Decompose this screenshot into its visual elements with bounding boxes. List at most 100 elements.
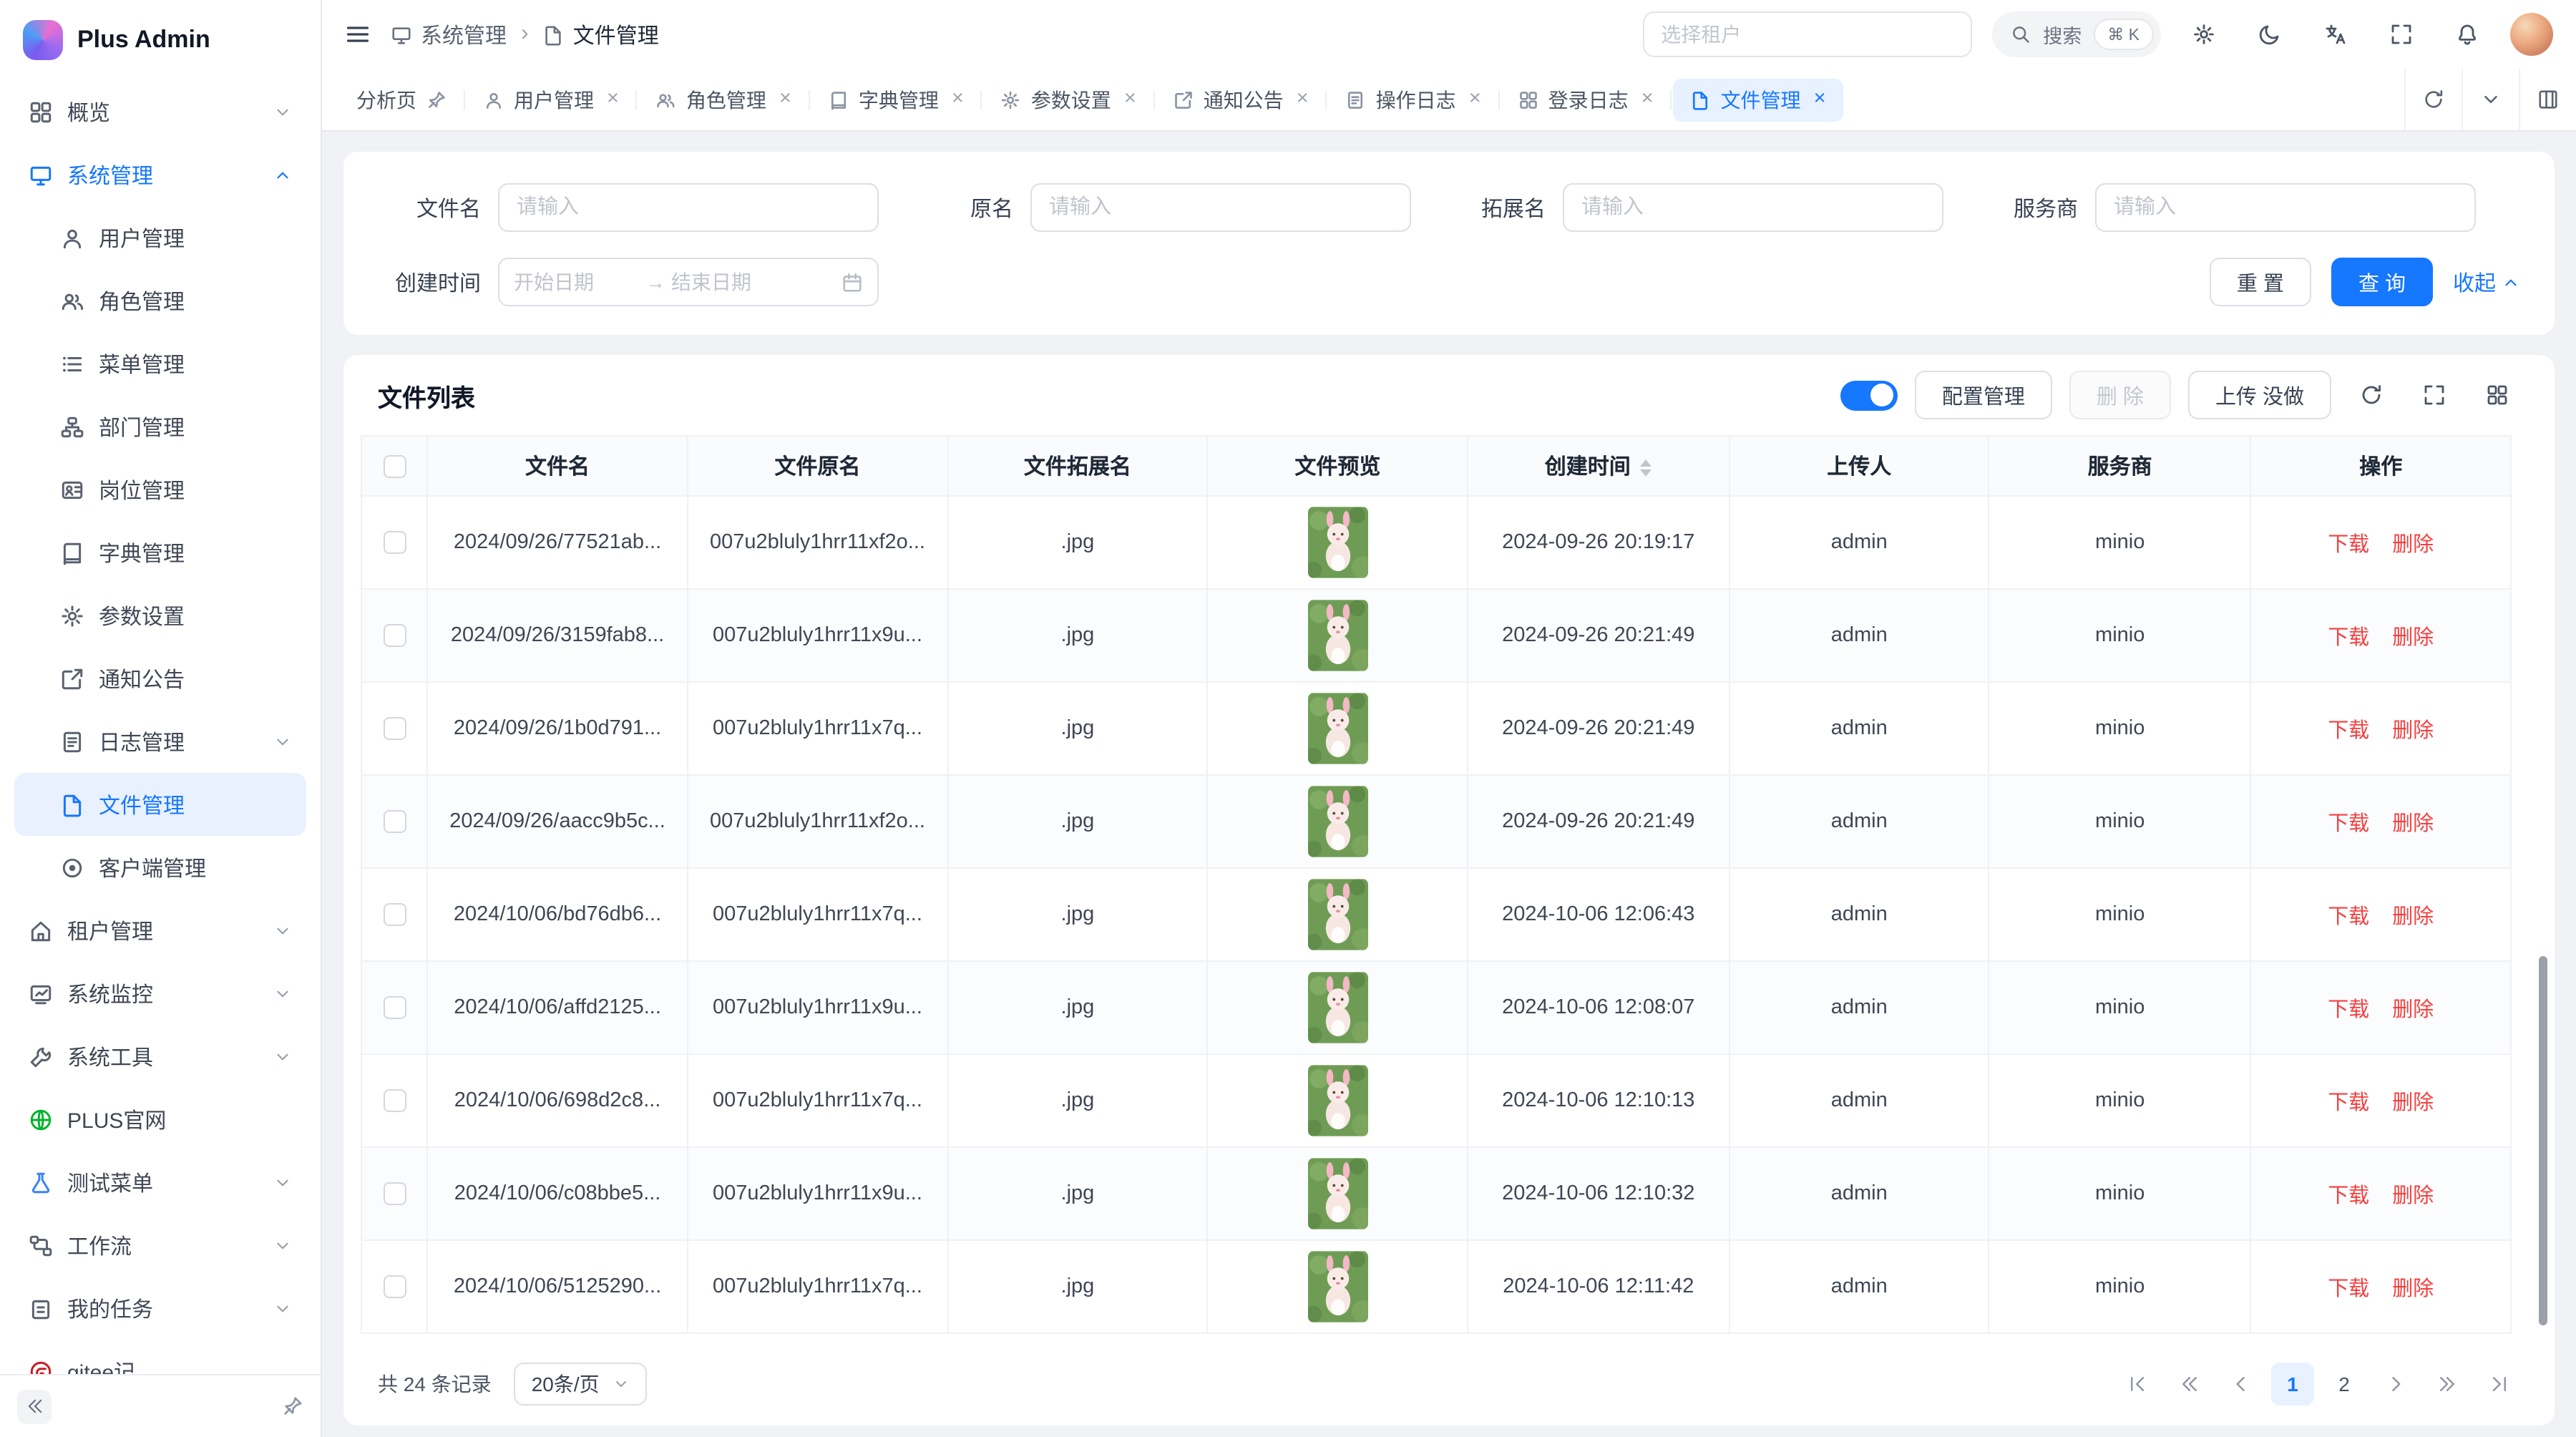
sidebar-item-system-monitor[interactable]: 系统监控 (14, 962, 306, 1025)
col-uploader[interactable]: 上传人 (1729, 436, 1989, 496)
col-created-time[interactable]: 创建时间 (1468, 436, 1729, 496)
search-toggle-switch[interactable] (1840, 380, 1898, 410)
search-button[interactable]: 查 询 (2331, 258, 2433, 306)
next-page-button[interactable] (2374, 1363, 2417, 1406)
sidebar-item-department-management[interactable]: 部门管理 (14, 395, 306, 458)
reset-button[interactable]: 重 置 (2210, 258, 2311, 306)
tenant-select-input[interactable] (1642, 11, 1971, 57)
extension-input[interactable] (1563, 183, 1943, 232)
refresh-table-button[interactable] (2348, 372, 2394, 418)
settings-button[interactable] (2181, 11, 2227, 57)
sidebar-item-dict-management[interactable]: 字典管理 (14, 521, 306, 584)
close-icon[interactable]: × (952, 89, 964, 110)
tab-user-management[interactable]: 用户管理 × (467, 78, 636, 121)
sidebar-collapse-button[interactable] (17, 1389, 52, 1423)
first-page-button[interactable] (2117, 1363, 2160, 1406)
sidebar-item-role-management[interactable]: 角色管理 (14, 269, 306, 332)
sidebar-item-test-menu[interactable]: 测试菜单 (14, 1151, 306, 1214)
row-checkbox[interactable] (383, 1089, 406, 1112)
row-checkbox[interactable] (383, 1182, 406, 1205)
col-provider[interactable]: 服务商 (1989, 436, 2250, 496)
file-name-input[interactable] (498, 183, 879, 232)
delete-link[interactable]: 删除 (2392, 998, 2434, 1021)
sidebar-item-tenant-management[interactable]: 租户管理 (14, 899, 306, 962)
col-preview[interactable]: 文件预览 (1208, 436, 1468, 496)
jump-back-button[interactable] (2168, 1363, 2211, 1406)
sidebar-item-param-settings[interactable]: 参数设置 (14, 584, 306, 647)
file-preview-image[interactable] (1307, 507, 1367, 578)
sort-icons[interactable] (1641, 459, 1652, 477)
translate-button[interactable] (2313, 11, 2358, 57)
delete-link[interactable]: 删除 (2392, 1277, 2434, 1300)
sidebar-item-plus-website[interactable]: PLUS官网 (14, 1088, 306, 1151)
sidebar-pin-button[interactable] (282, 1395, 303, 1418)
close-icon[interactable]: × (1469, 89, 1481, 110)
sidebar-item-log-management[interactable]: 日志管理 (14, 710, 306, 773)
file-preview-image[interactable] (1307, 693, 1367, 764)
col-original-name[interactable]: 文件原名 (688, 436, 947, 496)
sidebar-item-client-management[interactable]: 客户端管理 (14, 836, 306, 899)
download-link[interactable]: 下载 (2328, 719, 2369, 742)
sidebar-item-menu-management[interactable]: 菜单管理 (14, 332, 306, 395)
tab-menu-button[interactable] (2462, 69, 2519, 130)
file-preview-image[interactable] (1307, 879, 1367, 950)
sidebar-item-notice[interactable]: 通知公告 (14, 647, 306, 710)
download-link[interactable]: 下载 (2328, 1277, 2369, 1300)
delete-link[interactable]: 删除 (2392, 1184, 2434, 1207)
sidebar-item-system-tools[interactable]: 系统工具 (14, 1025, 306, 1088)
download-link[interactable]: 下载 (2328, 533, 2369, 556)
col-actions[interactable]: 操作 (2250, 436, 2511, 496)
sidebar-item-system-management[interactable]: 系统管理 (14, 143, 306, 206)
sidebar-item-gitee[interactable]: gitee记... (14, 1340, 306, 1374)
file-preview-image[interactable] (1307, 1251, 1367, 1322)
close-icon[interactable]: × (607, 89, 619, 110)
row-checkbox[interactable] (383, 531, 406, 554)
sidebar-item-my-tasks[interactable]: 我的任务 (14, 1277, 306, 1340)
row-checkbox[interactable] (383, 1275, 406, 1298)
upload-button[interactable]: 上传 没做 (2188, 371, 2331, 419)
col-extension[interactable]: 文件拓展名 (947, 436, 1207, 496)
date-range-picker[interactable]: → (498, 258, 879, 306)
pin-icon[interactable] (426, 89, 447, 109)
delete-link[interactable]: 删除 (2392, 719, 2434, 742)
layout-button[interactable] (2519, 69, 2576, 130)
fullscreen-button[interactable] (2379, 11, 2424, 57)
close-icon[interactable]: × (1297, 89, 1309, 110)
global-search-button[interactable]: 搜索 ⌘ K (1991, 11, 2161, 57)
tab-analysis[interactable]: 分析页 (339, 78, 464, 121)
sidebar-item-overview[interactable]: 概览 (14, 80, 306, 143)
download-link[interactable]: 下载 (2328, 998, 2369, 1021)
download-link[interactable]: 下载 (2328, 1091, 2369, 1114)
tab-login-log[interactable]: 登录日志 × (1501, 78, 1671, 121)
page-button-1[interactable]: 1 (2271, 1363, 2314, 1406)
last-page-button[interactable] (2477, 1363, 2520, 1406)
column-settings-button[interactable] (2474, 372, 2520, 418)
sidebar-toggle-button[interactable] (345, 21, 371, 47)
close-icon[interactable]: × (1641, 89, 1654, 110)
close-icon[interactable]: × (779, 89, 791, 110)
start-date-input[interactable] (514, 271, 640, 293)
tab-role-management[interactable]: 角色管理 × (639, 78, 809, 121)
download-link[interactable]: 下载 (2328, 626, 2369, 649)
dark-mode-button[interactable] (2247, 11, 2293, 57)
close-icon[interactable]: × (1814, 89, 1826, 110)
file-preview-image[interactable] (1307, 1065, 1367, 1136)
sidebar-item-post-management[interactable]: 岗位管理 (14, 458, 306, 521)
breadcrumb-item-system[interactable]: 系统管理 (391, 19, 507, 49)
row-checkbox[interactable] (383, 624, 406, 647)
sidebar-item-file-management[interactable]: 文件管理 (14, 773, 306, 836)
download-link[interactable]: 下载 (2328, 812, 2369, 835)
tab-file-management[interactable]: 文件管理 × (1674, 78, 1843, 121)
breadcrumb-item-file[interactable]: 文件管理 (543, 19, 659, 49)
sidebar-item-workflow[interactable]: 工作流 (14, 1214, 306, 1277)
end-date-input[interactable] (671, 271, 797, 293)
tab-notice[interactable]: 通知公告 × (1156, 78, 1326, 121)
delete-link[interactable]: 删除 (2392, 1091, 2434, 1114)
col-file-name[interactable]: 文件名 (427, 436, 687, 496)
tab-operation-log[interactable]: 操作日志 × (1329, 78, 1498, 121)
file-preview-image[interactable] (1307, 786, 1367, 857)
jump-forward-button[interactable] (2426, 1363, 2469, 1406)
sidebar-item-user-management[interactable]: 用户管理 (14, 206, 306, 269)
provider-input[interactable] (2095, 183, 2476, 232)
file-preview-image[interactable] (1307, 600, 1367, 671)
